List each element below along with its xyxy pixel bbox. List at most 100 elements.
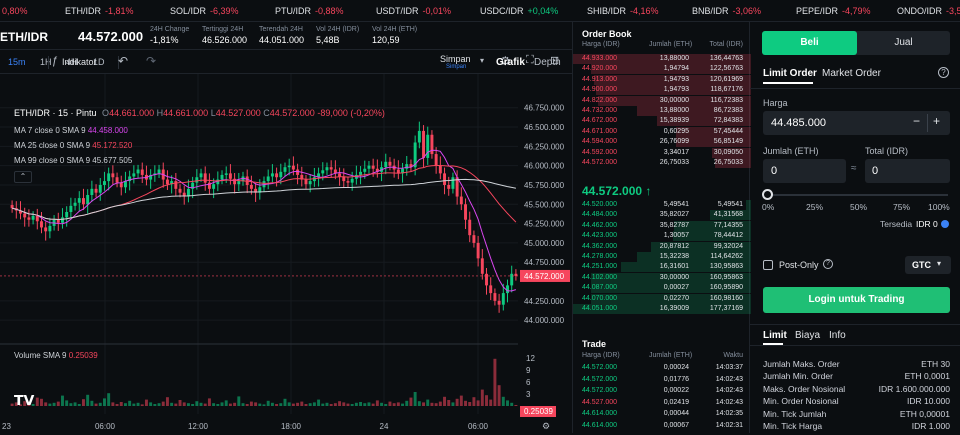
- ticker-change: 0,80%: [2, 6, 28, 16]
- bid-row[interactable]: 44.051.000 16,39009 177,37169: [573, 304, 751, 314]
- price-tick-label: 46.000.000: [524, 162, 565, 171]
- ticker-item[interactable]: USDC/IDR +0,04%: [480, 6, 558, 16]
- ticker-item[interactable]: PEPE/IDR -4,79%: [796, 6, 871, 16]
- price-plus-button[interactable]: +: [933, 114, 940, 128]
- percent-mark[interactable]: 25%: [806, 202, 823, 212]
- ask-row[interactable]: 44.671.000 0,60295 57,45444: [573, 126, 751, 137]
- bid-row[interactable]: 44.484.000 35,82027 41,31568: [573, 210, 751, 221]
- percent-mark[interactable]: 50%: [850, 202, 867, 212]
- percent-mark[interactable]: 100%: [928, 202, 950, 212]
- tab-market-order[interactable]: Market Order: [822, 68, 881, 79]
- time-tick-label: 18:00: [281, 422, 302, 431]
- candle-body: [417, 130, 421, 143]
- fullscreen-icon[interactable]: ⛶: [526, 54, 534, 67]
- info-tab-limit[interactable]: Limit: [763, 330, 787, 341]
- total-label: Total (IDR): [865, 146, 909, 156]
- ask-row[interactable]: 44.732.000 13,88000 86,72383: [573, 106, 751, 116]
- collapse-legend-icon[interactable]: ⌃: [14, 171, 32, 183]
- timeframe-1h[interactable]: 1H: [40, 57, 52, 67]
- save-button[interactable]: Simpan: [440, 54, 471, 64]
- tab-limit-order[interactable]: Limit Order: [763, 68, 817, 79]
- indicator-icon[interactable]: ƒ: [52, 55, 58, 67]
- ask-row[interactable]: 44.592.000 3,34017 30,09050: [573, 147, 751, 158]
- divider: [750, 88, 960, 89]
- volume-bar: [275, 404, 279, 406]
- price-input[interactable]: 44.485.000: [771, 117, 826, 129]
- volume-bar: [417, 401, 421, 406]
- chevron-down-icon[interactable]: ▾: [937, 259, 941, 268]
- volume-bar: [195, 401, 199, 406]
- volume-bar: [279, 403, 283, 406]
- row-total: 177,37169: [709, 305, 743, 312]
- chevron-down-icon[interactable]: ▾: [480, 56, 484, 65]
- tab-depth[interactable]: Depth: [534, 57, 561, 68]
- bid-row[interactable]: 44.520.000 5,49541 5,49541: [573, 200, 751, 210]
- row-amount: 15,32238: [659, 253, 689, 260]
- trade-time: 14:03:37: [715, 364, 743, 371]
- ticker-item[interactable]: PTU/IDR -0,88%: [275, 6, 344, 16]
- buy-button[interactable]: Beli: [762, 31, 857, 55]
- ask-row[interactable]: 44.594.000 26,76099 56,85149: [573, 137, 751, 148]
- ask-row[interactable]: 44.920.000 1,94794 122,56763: [573, 64, 751, 75]
- ask-row[interactable]: 44.572.000 26,75033 26,75033: [573, 158, 751, 168]
- ticker-item[interactable]: SHIB/IDR -4,16%: [587, 6, 659, 16]
- row-amount: 20,87812: [659, 242, 689, 250]
- bid-row[interactable]: 44.278.000 15,32238 114,64262: [573, 252, 751, 262]
- help-icon[interactable]: ?: [938, 67, 949, 78]
- ask-row[interactable]: 44.933.000 13,88000 136,44763: [573, 54, 751, 64]
- candle-body: [388, 161, 392, 166]
- bid-row[interactable]: 44.251.000 16,31601 130,95863: [573, 262, 751, 273]
- bid-row[interactable]: 44.102.000 30,00000 160,95863: [573, 272, 751, 283]
- percent-mark[interactable]: 75%: [893, 202, 910, 212]
- price-tick-label: 46.750.000: [524, 104, 565, 113]
- volume-bar: [434, 403, 438, 406]
- pair-selector[interactable]: ETH/IDR: [0, 30, 48, 44]
- ask-row[interactable]: 44.900.000 1,94793 118,67176: [573, 85, 751, 96]
- volume-tick-label: 6: [526, 378, 531, 387]
- ticker-pair: ONDO/IDR: [897, 6, 942, 16]
- trade-price: 44.572.000: [582, 364, 618, 371]
- undo-icon[interactable]: ↶: [118, 54, 128, 68]
- indicator-button[interactable]: Indikator: [62, 57, 97, 67]
- timeframe-15m[interactable]: 15m: [8, 57, 26, 67]
- login-button[interactable]: Login untuk Trading: [763, 287, 950, 313]
- legend-symbol: ETH/IDR · 15 · Pintu: [14, 108, 97, 118]
- bid-row[interactable]: 44.423.000 1,30057 78,44412: [573, 231, 751, 242]
- ticker-item[interactable]: ONDO/IDR -3,58: [897, 6, 960, 16]
- tab-chart[interactable]: Grafik: [496, 57, 525, 68]
- ticker-item[interactable]: SOL/IDR -6,39%: [170, 6, 239, 16]
- trade-amount: 0,01776: [663, 375, 689, 383]
- bid-row[interactable]: 44.362.000 20,87812 99,32024: [573, 241, 751, 252]
- volume-tick-label: 12: [526, 354, 535, 363]
- deposit-icon[interactable]: [941, 220, 949, 228]
- ticker-item[interactable]: USDT/IDR -0,01%: [376, 6, 451, 16]
- row-amount: 26,75033: [659, 159, 689, 166]
- legend-low: 44.527.000: [215, 108, 261, 118]
- sell-button[interactable]: Jual: [857, 31, 950, 55]
- volume-bar: [123, 403, 127, 406]
- amount-slider-track[interactable]: [768, 194, 948, 196]
- stat-label: 24H Change: [150, 26, 190, 33]
- ticker-item[interactable]: BNB/IDR -3,06%: [692, 6, 761, 16]
- total-input[interactable]: 0: [872, 165, 878, 177]
- amount-input[interactable]: 0: [771, 165, 777, 177]
- info-tab-biaya[interactable]: Biaya: [795, 330, 820, 341]
- info-value: ETH 0,00001: [899, 408, 950, 419]
- stat-value: 120,59: [372, 35, 400, 45]
- ask-row[interactable]: 44.672.000 15,38939 72,84383: [573, 116, 751, 127]
- info-tab-info[interactable]: Info: [829, 330, 846, 341]
- redo-icon[interactable]: ↷: [146, 54, 156, 68]
- percent-mark[interactable]: 0%: [762, 202, 774, 212]
- bid-row[interactable]: 44.087.000 0,00027 160,95890: [573, 283, 751, 294]
- bid-row[interactable]: 44.462.000 35,82787 77,14355: [573, 220, 751, 231]
- bid-row[interactable]: 44.070.000 0,02270 160,98160: [573, 293, 751, 304]
- amount-slider-handle[interactable]: [762, 189, 773, 200]
- info-icon[interactable]: ?: [823, 259, 833, 269]
- ticker-item[interactable]: 0,80%: [0, 6, 28, 16]
- price-chart[interactable]: 46.750.000 46.500.000 46.250.000 46.000.000…: [0, 74, 572, 433]
- ask-row[interactable]: 44.822.000 30,00000 116,72383: [573, 95, 751, 106]
- ticker-item[interactable]: ETH/IDR -1,81%: [65, 6, 134, 16]
- price-minus-button[interactable]: −: [913, 114, 920, 128]
- ask-row[interactable]: 44.913.000 1,94793 120,61969: [573, 74, 751, 85]
- post-only-checkbox[interactable]: [763, 260, 773, 270]
